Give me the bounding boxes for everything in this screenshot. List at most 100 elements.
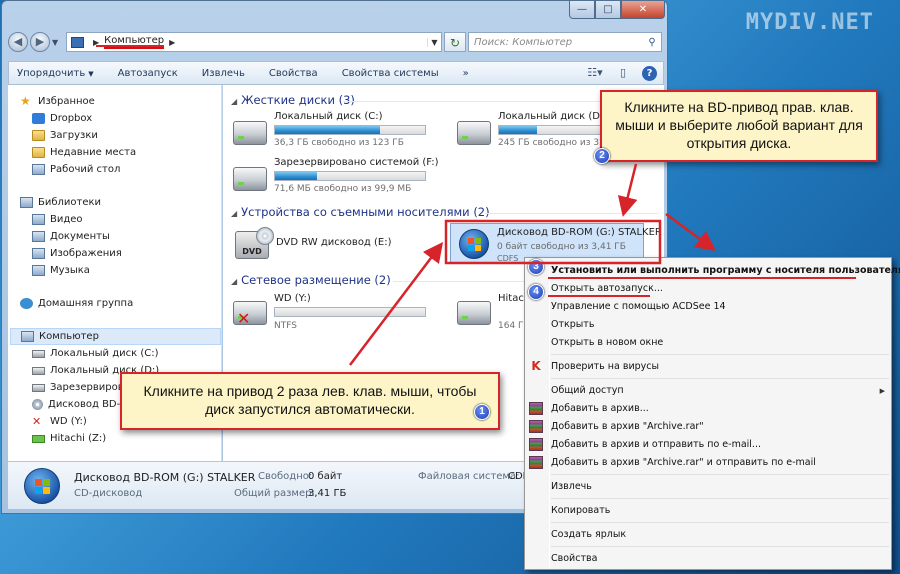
forward-button[interactable]: ▶ [30,32,50,52]
drive-free-space: 0 байт свободно из 3,41 ГБ [497,242,626,252]
star-icon: ★ [20,94,31,108]
sidebar-item-recent[interactable]: Недавние места [20,144,221,161]
group-header-network[interactable]: ◢ Сетевое размещение (2) [231,273,391,287]
submenu-arrow-icon: ▶ [879,387,885,395]
menu-separator [551,546,889,547]
details-total-value: 3,41 ГБ [308,488,347,499]
drive-usage-bar [274,307,426,317]
step-badge-1: 1 [474,404,490,420]
windows-logo-icon [459,229,489,259]
help-icon[interactable]: ? [642,65,657,81]
back-button[interactable]: ◀ [8,32,28,52]
menu-item-create-shortcut[interactable]: Создать ярлык [551,526,626,543]
callout-double-click: Кликните на привод 2 раза лев. клав. мыш… [120,372,500,430]
close-button[interactable]: ✕ [621,1,665,19]
view-options-icon[interactable]: ☷▾ [586,66,604,80]
menu-item-autoplay[interactable]: Открыть автозапуск... [551,280,663,297]
drive-label: Локальный диск (D:) [498,111,608,122]
drive-icon [32,383,45,392]
drive-e[interactable]: DVD DVD RW дисковод (E:) [235,223,435,263]
menu-item-add-rar[interactable]: Добавить в архив "Archive.rar" [551,418,704,435]
drive-filesystem: NTFS [274,321,297,331]
minimize-button[interactable]: — [569,1,595,19]
eject-button[interactable]: Извлечь [202,68,245,79]
watermark: MYDIV.NET [745,10,874,35]
caption-buttons: — □ ✕ [569,1,665,19]
menu-item-copy[interactable]: Копировать [551,502,610,519]
address-dropdown-icon[interactable]: ▼ [427,37,441,47]
drive-f[interactable]: Зарезервировано системой (F:) 71,6 МБ св… [233,155,439,203]
search-input[interactable]: Поиск: Компьютер ⚲ [468,32,662,52]
breadcrumb-computer[interactable]: Компьютер [104,35,165,49]
sidebar-item-homegroup[interactable]: Домашняя группа [20,295,221,312]
sidebar-item-libraries[interactable]: Библиотеки [20,194,221,211]
menu-item-share[interactable]: Общий доступ [551,382,624,399]
sidebar-item-documents[interactable]: Документы [20,228,221,245]
sidebar-item-downloads[interactable]: Загрузки [20,127,221,144]
sidebar-item-music[interactable]: Музыка [20,262,221,279]
context-menu: Установить или выполнить программу с нос… [524,257,900,570]
organize-button[interactable]: Упорядочить ▼ [17,68,94,79]
details-title: Дисковод BD-ROM (G:) STALKER [74,471,256,484]
menu-separator [551,474,889,475]
sidebar-item-drive-c[interactable]: Локальный диск (C:) [20,345,221,362]
menu-item-add-archive[interactable]: Добавить в архив... [551,400,649,417]
menu-item-acdsee[interactable]: Управление с помощью ACDSee 14 [551,298,726,315]
callout-right-click: Кликните на BD-привод прав. клав. мыши и… [600,90,878,162]
group-header-removable[interactable]: ◢ Устройства со съемными носителями (2) [231,205,490,219]
system-properties-button[interactable]: Свойства системы [342,68,439,79]
sidebar-item-computer[interactable]: Компьютер [10,328,221,345]
drive-label: DVD RW дисковод (E:) [276,237,392,248]
search-icon[interactable]: ⚲ [643,37,661,48]
music-library-icon [32,265,45,276]
homegroup-icon [20,298,33,309]
address-bar[interactable]: ▶ Компьютер ▶ ▼ [66,32,442,52]
network-drive-icon [32,434,45,443]
hard-drive-icon [233,121,267,145]
breadcrumb-arrow-icon[interactable]: ▶ [169,38,175,47]
maximize-button[interactable]: □ [595,1,621,19]
folder-icon [32,147,45,158]
menu-item-install[interactable]: Установить или выполнить программу с нос… [551,262,900,279]
menu-separator [551,522,889,523]
step-badge-4: 4 [528,284,544,300]
sidebar-item-pictures[interactable]: Изображения [20,245,221,262]
drive-y[interactable]: ✕ WD (Y:) NTFS [233,291,433,339]
sidebar-item-drive-z[interactable]: Hitachi (Z:) [20,430,221,447]
computer-icon [71,36,84,48]
winrar-icon [529,420,543,433]
more-commands-button[interactable]: » [463,68,469,79]
drive-usage-bar [274,125,426,135]
drive-icon [32,366,45,375]
refresh-icon[interactable]: ↻ [444,32,466,52]
hard-drive-icon [457,121,491,145]
menu-item-eject[interactable]: Извлечь [551,478,592,495]
sidebar-item-favorites[interactable]: ★ Избранное [20,93,221,110]
menu-item-properties[interactable]: Свойства [551,550,597,567]
menu-separator [551,354,889,355]
disconnected-drive-icon: ✕ [32,415,42,428]
menu-item-scan[interactable]: Проверить на вирусы [551,358,659,375]
menu-item-open[interactable]: Открыть [551,316,594,333]
preview-pane-icon[interactable]: ▯ [614,66,632,80]
group-header-hard-disks[interactable]: ◢ Жесткие диски (3) [231,93,355,107]
sidebar-item-dropbox[interactable]: Dropbox [20,110,221,127]
network-drive-icon [457,301,491,325]
menu-item-add-email[interactable]: Добавить в архив и отправить по e-mail..… [551,436,761,453]
autoplay-button[interactable]: Автозапуск [118,68,178,79]
breadcrumb-arrow-icon[interactable]: ▶ [93,38,99,47]
callout-text: Кликните на BD-привод прав. клав. мыши и… [615,99,863,151]
properties-button[interactable]: Свойства [269,68,318,79]
winrar-icon [529,402,543,415]
drive-label: Дисковод BD-ROM (G:) STALKER [497,227,662,238]
drive-c[interactable]: Локальный диск (C:) 36,3 ГБ свободно из … [233,109,433,157]
sidebar-item-video[interactable]: Видео [20,211,221,228]
sidebar-item-desktop[interactable]: Рабочий стол [20,161,221,178]
search-placeholder: Поиск: Компьютер [474,36,573,48]
menu-item-open-new-window[interactable]: Открыть в новом окне [551,334,663,351]
recent-pages-icon[interactable]: ▼ [52,38,62,47]
video-library-icon [32,214,45,225]
drive-free-space: 71,6 МБ свободно из 99,9 МБ [274,184,412,194]
menu-item-add-rar-email[interactable]: Добавить в архив "Archive.rar" и отправи… [551,454,816,471]
disconnected-icon: ✕ [237,309,251,328]
